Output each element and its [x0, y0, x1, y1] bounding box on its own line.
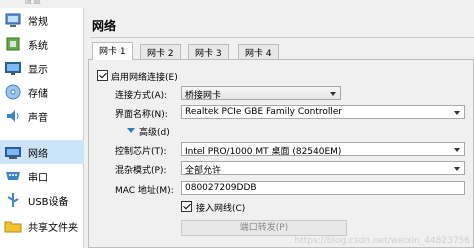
sidebar-item-system[interactable]: 系统	[0, 32, 84, 56]
port-forwarding-button[interactable]: 端口转发(P)	[181, 220, 347, 236]
promiscuous-mode-label: 混杂模式(P):	[115, 166, 167, 176]
cable-connected-label: 接入网线(C)	[196, 204, 246, 214]
advanced-toggle[interactable]: 高级(d)	[139, 125, 170, 138]
mac-address-value: 080027209DDB	[185, 183, 257, 193]
settings-sidebar: 常规 系统 显示 存储 声音 网络 串口 USB设备 共享文件夹	[0, 8, 84, 248]
sidebar-item-label: USB设备	[28, 196, 69, 208]
chevron-down-icon	[454, 167, 460, 171]
interface-name-select[interactable]: Realtek PCIe GBE Family Controller	[181, 105, 465, 119]
chevron-down-icon	[330, 92, 336, 96]
adapter-type-label: 控制芯片(T):	[115, 147, 167, 157]
tab-adapter-4[interactable]: 网卡 4	[238, 44, 279, 59]
cable-connected-checkbox[interactable]	[181, 201, 192, 212]
system-icon	[6, 37, 20, 51]
interface-name-label: 界面名称(N):	[115, 110, 168, 120]
window-title: 设置	[24, 0, 42, 5]
chevron-down-icon	[454, 148, 460, 152]
title-bar: 设置	[0, 0, 474, 8]
sidebar-item-network[interactable]: 网络	[0, 140, 84, 164]
page-title: 网络	[92, 19, 117, 33]
sidebar-item-label: 系统	[28, 40, 48, 52]
attached-to-value: 桥接网卡	[185, 91, 222, 100]
tab-adapter-3[interactable]: 网卡 3	[188, 44, 229, 59]
chevron-down-icon	[454, 111, 460, 115]
sidebar-item-label: 网络	[28, 148, 48, 160]
attached-to-select[interactable]: 桥接网卡	[181, 86, 341, 100]
mac-address-label: MAC 地址(M):	[115, 186, 174, 196]
tab-adapter-2[interactable]: 网卡 2	[140, 44, 181, 59]
sidebar-item-serial-port[interactable]: 串口	[0, 164, 84, 188]
general-icon	[5, 13, 21, 27]
watermark: https://blog.csdn.net/weixin_44823756	[294, 236, 470, 246]
settings-main-panel: 网络 网卡 1 网卡 2 网卡 3 网卡 4 启用网络连接(E) 连接方式(A)…	[86, 8, 474, 248]
interface-name-value: Realtek PCIe GBE Family Controller	[185, 107, 343, 117]
adapter-type-select[interactable]: Intel PRO/1000 MT 桌面 (82540EM)	[181, 142, 465, 156]
enable-adapter-checkbox[interactable]	[97, 70, 108, 81]
sidebar-item-label: 共享文件夹	[28, 222, 78, 234]
sidebar-item-label: 存储	[28, 88, 48, 100]
enable-adapter-label: 启用网络连接(E)	[111, 73, 178, 83]
sidebar-item-usb[interactable]: USB设备	[0, 188, 84, 212]
sidebar-item-label: 声音	[28, 112, 48, 124]
sidebar-item-display[interactable]: 显示	[0, 56, 84, 80]
serial-port-icon	[6, 172, 20, 180]
storage-icon	[5, 84, 21, 100]
adapter-settings-panel: 启用网络连接(E) 连接方式(A): 桥接网卡 界面名称(N): Realtek…	[88, 59, 474, 248]
audio-icon	[7, 110, 19, 122]
mac-address-input[interactable]: 080027209DDB	[181, 181, 465, 195]
adapter-type-value: Intel PRO/1000 MT 桌面 (82540EM)	[185, 147, 342, 156]
sidebar-item-audio[interactable]: 声音	[0, 104, 84, 128]
display-icon	[5, 62, 21, 75]
sidebar-item-label: 串口	[28, 172, 48, 184]
sidebar-item-storage[interactable]: 存储	[0, 80, 84, 104]
tab-adapter-1[interactable]: 网卡 1	[92, 42, 133, 60]
sidebar-item-shared-folders[interactable]: 共享文件夹	[0, 214, 84, 238]
sidebar-item-general[interactable]: 常规	[0, 8, 84, 32]
shared-folder-icon	[4, 221, 22, 233]
promiscuous-mode-value: 全部允许	[185, 166, 222, 175]
sidebar-item-label: 常规	[28, 16, 48, 28]
usb-icon	[7, 193, 19, 207]
promiscuous-mode-select[interactable]: 全部允许	[181, 161, 465, 175]
page-heading: 网络	[90, 12, 474, 38]
attached-to-label: 连接方式(A):	[115, 91, 168, 101]
network-icon	[5, 147, 21, 159]
expand-triangle-icon[interactable]	[127, 128, 135, 133]
sidebar-item-label: 显示	[28, 64, 48, 76]
